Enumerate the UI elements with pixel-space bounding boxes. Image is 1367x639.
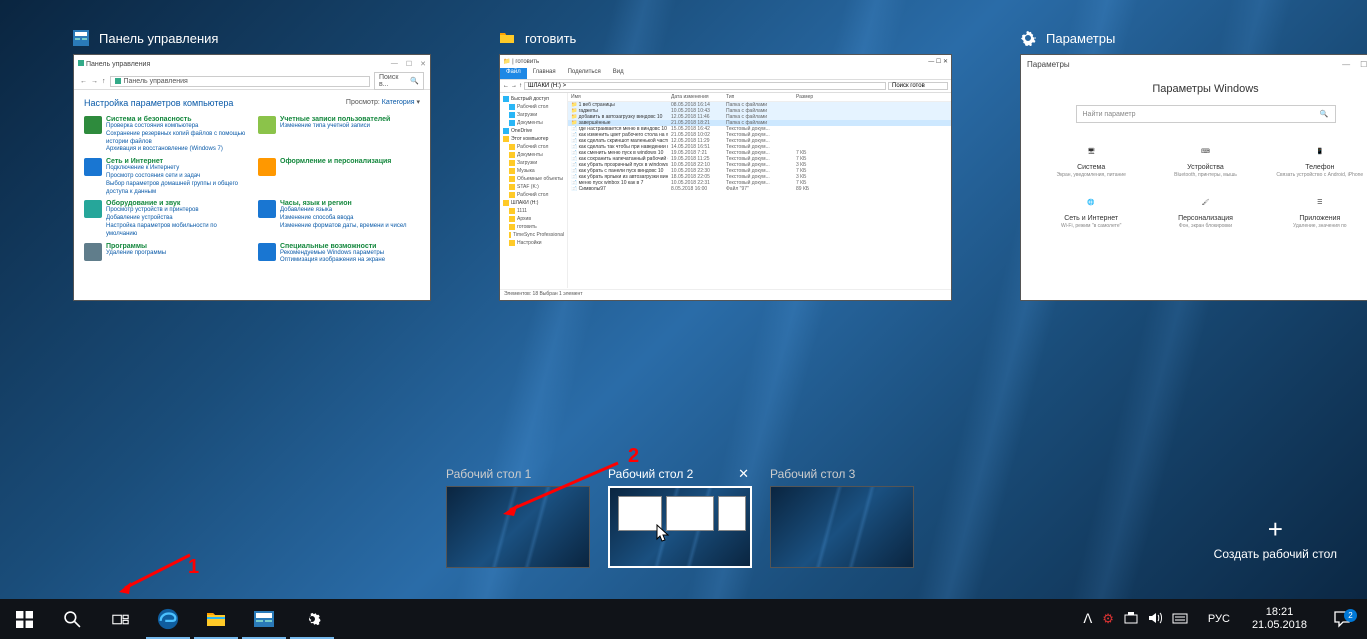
control-panel-preview: Панель управления—☐✕ ←→↑Панель управлени… bbox=[73, 54, 431, 301]
tray-keyboard-icon[interactable] bbox=[1172, 612, 1188, 627]
start-button[interactable] bbox=[0, 599, 48, 639]
virtual-desktop-3[interactable]: Рабочий стол 3 bbox=[770, 466, 914, 568]
explorer-preview: 📁 | готовить— ☐ ✕ ФайлГлавнаяПоделитьсяВ… bbox=[499, 54, 952, 301]
taskbar-language[interactable]: РУС bbox=[1200, 613, 1238, 625]
virtual-desktop-2[interactable]: Рабочий стол 2✕ bbox=[608, 466, 752, 568]
taskbar-app-explorer[interactable] bbox=[192, 599, 240, 639]
tray-chevron-icon[interactable]: ᐱ bbox=[1083, 611, 1092, 627]
taskbar-clock[interactable]: 18:21 21.05.2018 bbox=[1242, 606, 1317, 632]
task-view-button[interactable] bbox=[96, 599, 144, 639]
tray-unknown-icon[interactable]: ⚙ bbox=[1102, 611, 1114, 627]
search-button[interactable] bbox=[48, 599, 96, 639]
folder-icon bbox=[499, 30, 515, 46]
window-thumb-explorer[interactable]: готовить 📁 | готовить— ☐ ✕ ФайлГлавнаяПо… bbox=[499, 30, 952, 301]
window-thumb-settings[interactable]: Параметры Параметры—☐✕ Параметры Windows… bbox=[1020, 30, 1367, 301]
window-title: Параметры bbox=[1046, 31, 1115, 46]
annotation-label-1: 1 bbox=[188, 556, 199, 579]
window-title: Панель управления bbox=[99, 31, 218, 46]
tray-network-icon[interactable] bbox=[1124, 611, 1138, 628]
taskbar-notifications[interactable]: 2 bbox=[1321, 610, 1363, 628]
tray-volume-icon[interactable] bbox=[1148, 611, 1162, 628]
settings-preview: Параметры—☐✕ Параметры Windows Найти пар… bbox=[1020, 54, 1367, 301]
window-title: готовить bbox=[525, 31, 576, 46]
taskbar: ᐱ ⚙ РУС 18:21 21.05.2018 2 bbox=[0, 599, 1367, 639]
plus-icon: + bbox=[1214, 514, 1337, 545]
virtual-desktop-1[interactable]: Рабочий стол 1 bbox=[446, 466, 590, 568]
control-panel-icon bbox=[73, 30, 89, 46]
taskbar-app-settings[interactable] bbox=[288, 599, 336, 639]
taskbar-app-edge[interactable] bbox=[144, 599, 192, 639]
gear-icon bbox=[1020, 30, 1036, 46]
annotation-arrow-1 bbox=[115, 550, 195, 595]
taskbar-app-control-panel[interactable] bbox=[240, 599, 288, 639]
annotation-label-2: 2 bbox=[628, 445, 639, 468]
new-desktop-button[interactable]: + Создать рабочий стол bbox=[1214, 514, 1337, 561]
close-icon[interactable]: ✕ bbox=[735, 466, 752, 482]
window-thumb-control-panel[interactable]: Панель управления Панель управления—☐✕ ←… bbox=[73, 30, 431, 301]
